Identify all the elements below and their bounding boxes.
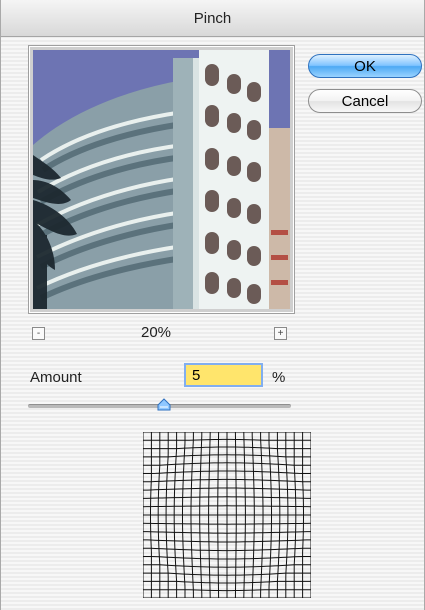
minus-icon: - <box>36 328 41 339</box>
window-title: Pinch <box>193 9 232 27</box>
preview-image[interactable] <box>33 50 290 309</box>
plus-icon: + <box>277 328 284 339</box>
distortion-grid-preview <box>142 431 312 599</box>
zoom-out-button[interactable]: - <box>32 327 45 340</box>
cancel-button-label: Cancel <box>341 92 389 110</box>
preview-illustration <box>33 50 290 309</box>
preview-frame <box>28 45 295 314</box>
amount-label: Amount <box>30 369 82 386</box>
amount-unit: % <box>272 369 286 386</box>
slider-thumb-icon[interactable] <box>157 398 171 412</box>
grid-icon <box>142 431 312 599</box>
ok-button-label: OK <box>354 57 376 75</box>
cancel-button[interactable]: Cancel <box>308 89 422 113</box>
amount-input[interactable] <box>184 363 263 387</box>
pinch-dialog: Pinch OK Cancel - 20% + Amount 5 % <box>0 0 425 610</box>
title-bar: Pinch <box>1 0 424 37</box>
zoom-level: 20% <box>141 324 172 341</box>
ok-button[interactable]: OK <box>308 54 422 78</box>
zoom-in-button[interactable]: + <box>274 327 287 340</box>
